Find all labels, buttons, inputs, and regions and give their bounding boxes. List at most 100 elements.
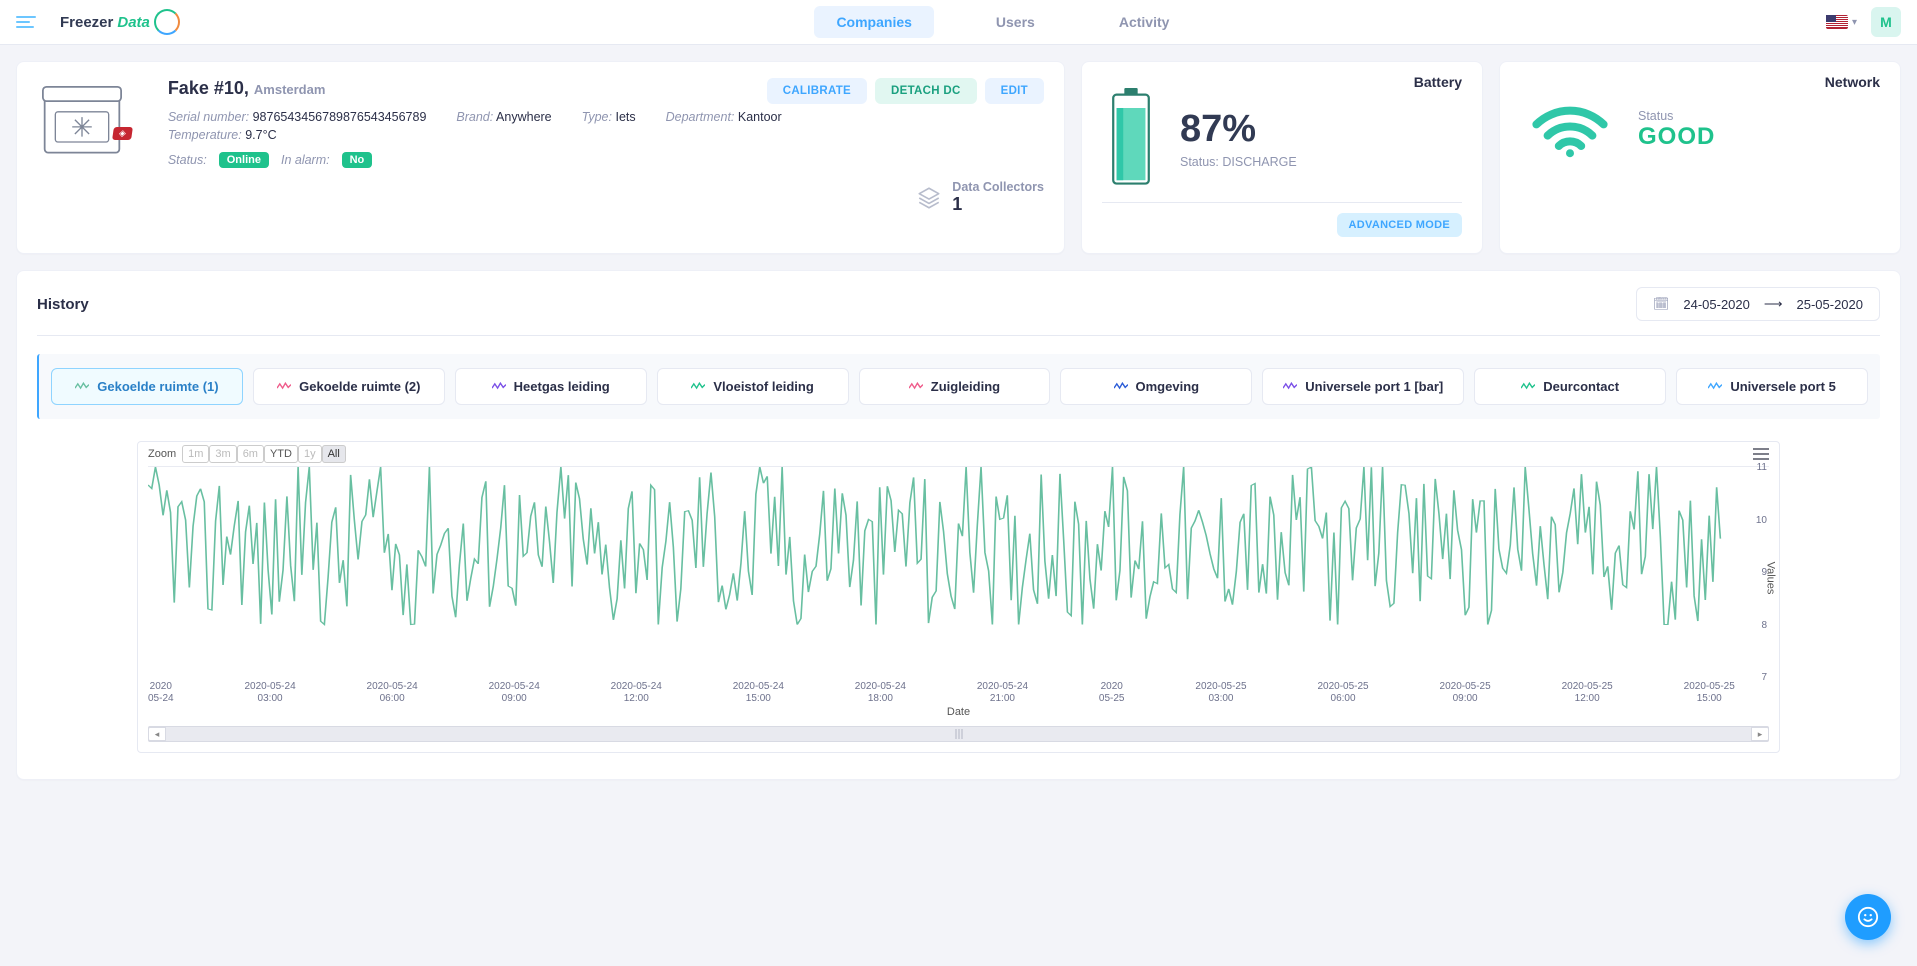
menu-toggle-icon[interactable]	[16, 11, 38, 33]
history-title: History	[37, 296, 89, 313]
device-location: Amsterdam	[254, 82, 326, 97]
calibrate-button[interactable]: CALIBRATE	[767, 78, 867, 104]
battery-icon	[1106, 88, 1156, 188]
advanced-mode-button[interactable]: ADVANCED MODE	[1337, 213, 1462, 237]
yaxis-tick: 11	[1757, 462, 1767, 473]
alarm-badge: No	[342, 152, 373, 168]
series-tab[interactable]: Universele port 5	[1676, 368, 1868, 405]
series-spark-icon	[1114, 379, 1128, 394]
zoom-all[interactable]: All	[322, 445, 346, 463]
type-label: Type:	[582, 110, 612, 124]
brand-text-1: Freezer	[60, 14, 113, 31]
xaxis-tick: 2020-05-2503:00	[1195, 681, 1246, 704]
temperature-label: Temperature:	[168, 128, 242, 142]
network-card-title: Network	[1825, 74, 1880, 90]
series-spark-icon	[277, 379, 291, 394]
series-tab[interactable]: Gekoelde ruimte (2)	[253, 368, 445, 405]
chart-menu-icon[interactable]	[1753, 448, 1769, 460]
date-range-picker[interactable]: 🗓 24-05-2020 ⟶ 25-05-2020	[1636, 287, 1880, 321]
alarm-label: In alarm:	[281, 153, 330, 167]
series-spark-icon	[75, 379, 89, 394]
navigator-right-handle[interactable]: ▸	[1751, 727, 1769, 741]
yaxis-tick: 8	[1761, 620, 1767, 631]
chart-navigator[interactable]: ◂ ▸	[148, 726, 1769, 742]
nav-right: ▾ M	[1826, 7, 1901, 37]
zoom-label: Zoom	[148, 448, 176, 460]
xaxis-tick: 2020-05-2406:00	[367, 681, 418, 704]
series-spark-icon	[691, 379, 705, 394]
battery-status-value: DISCHARGE	[1222, 155, 1296, 169]
series-tab-label: Gekoelde ruimte (2)	[299, 379, 420, 394]
layers-icon	[916, 185, 942, 211]
department-label: Department:	[666, 110, 735, 124]
series-tab-label: Universele port 5	[1730, 379, 1836, 394]
series-tab[interactable]: Vloeistof leiding	[657, 368, 849, 405]
series-tab[interactable]: Zuigleiding	[859, 368, 1051, 405]
zoom-1y[interactable]: 1y	[298, 445, 322, 463]
device-card: ◈ Fake #10, Amsterdam CALIBRATE DETACH D…	[16, 61, 1065, 254]
xaxis-tick: 2020-05-2506:00	[1317, 681, 1368, 704]
chart-xlabel: Date	[148, 706, 1769, 718]
series-tab[interactable]: Heetgas leiding	[455, 368, 647, 405]
device-title: Fake #10, Amsterdam	[168, 78, 326, 99]
avatar[interactable]: M	[1871, 7, 1901, 37]
date-from: 24-05-2020	[1683, 297, 1750, 312]
network-status-value: GOOD	[1638, 123, 1715, 151]
data-collectors-label: Data Collectors	[952, 180, 1044, 194]
xaxis-tick: 2020-05-2512:00	[1562, 681, 1613, 704]
chevron-down-icon: ▾	[1852, 17, 1857, 28]
navigator-left-handle[interactable]: ◂	[148, 727, 166, 741]
series-tab-label: Omgeving	[1136, 379, 1200, 394]
zoom-3m[interactable]: 3m	[209, 445, 236, 463]
yaxis-tick: 10	[1756, 515, 1767, 526]
xaxis-tick: 202005-24	[148, 681, 174, 704]
locale-selector[interactable]: ▾	[1826, 15, 1857, 29]
temperature-value: 9.7°C	[245, 128, 276, 142]
data-collectors: Data Collectors 1	[37, 180, 1044, 215]
brand-logo[interactable]: FreezerData	[60, 9, 180, 35]
wifi-icon	[1530, 100, 1610, 160]
help-bubble[interactable]	[1845, 894, 1891, 940]
edit-button[interactable]: EDIT	[985, 78, 1044, 104]
brand-label: Brand:	[456, 110, 493, 124]
chart-xaxis: 202005-242020-05-2403:002020-05-2406:002…	[148, 677, 1769, 704]
brand-text-2: Data	[117, 14, 150, 31]
xaxis-tick: 2020-05-2509:00	[1440, 681, 1491, 704]
zoom-1m[interactable]: 1m	[182, 445, 209, 463]
series-tab-label: Heetgas leiding	[514, 379, 610, 394]
series-spark-icon	[1521, 379, 1535, 394]
series-tab[interactable]: Omgeving	[1060, 368, 1252, 405]
status-badge: Online	[219, 152, 269, 168]
series-tab[interactable]: Universele port 1 [bar]	[1262, 368, 1464, 405]
device-name: Fake #10,	[168, 78, 249, 98]
chart-plot[interactable]: Values 7891011	[148, 466, 1769, 677]
detach-dc-button[interactable]: DETACH DC	[875, 78, 977, 104]
yaxis-tick: 9	[1761, 567, 1767, 578]
xaxis-tick: 2020-05-2418:00	[855, 681, 906, 704]
zoom-ytd[interactable]: YTD	[264, 445, 298, 463]
smile-icon	[1857, 906, 1879, 928]
flag-us-icon	[1826, 15, 1848, 29]
series-tab[interactable]: Gekoelde ruimte (1)	[51, 368, 243, 405]
nav-item-companies[interactable]: Companies	[814, 6, 933, 38]
nav-center: Companies Users Activity	[180, 6, 1826, 38]
arrow-right-icon: ⟶	[1764, 296, 1783, 312]
brand-value: Anywhere	[496, 110, 552, 124]
xaxis-tick: 202005-25	[1099, 681, 1125, 704]
zoom-6m[interactable]: 6m	[237, 445, 264, 463]
battery-card: Battery 87% Status: DISCHARGE ADVANCED M…	[1081, 61, 1483, 254]
battery-card-title: Battery	[1414, 74, 1462, 90]
serial-value: 98765434567898765434567­89	[253, 110, 427, 124]
series-tab-label: Zuigleiding	[931, 379, 1000, 394]
date-to: 25-05-2020	[1797, 297, 1864, 312]
battery-status-label: Status:	[1180, 155, 1219, 169]
network-status-label: Status	[1638, 109, 1715, 123]
series-tab[interactable]: Deurcontact	[1474, 368, 1666, 405]
calendar-icon: 🗓	[1653, 296, 1670, 312]
nav-item-activity[interactable]: Activity	[1097, 6, 1192, 38]
freezer-brand-badge: ◈	[112, 127, 133, 140]
zoom-controls: Zoom 1m3m6mYTD1yAll	[148, 448, 1769, 460]
series-tab-label: Vloeistof leiding	[713, 379, 813, 394]
freezer-illustration: ◈	[37, 78, 150, 168]
nav-item-users[interactable]: Users	[974, 6, 1057, 38]
